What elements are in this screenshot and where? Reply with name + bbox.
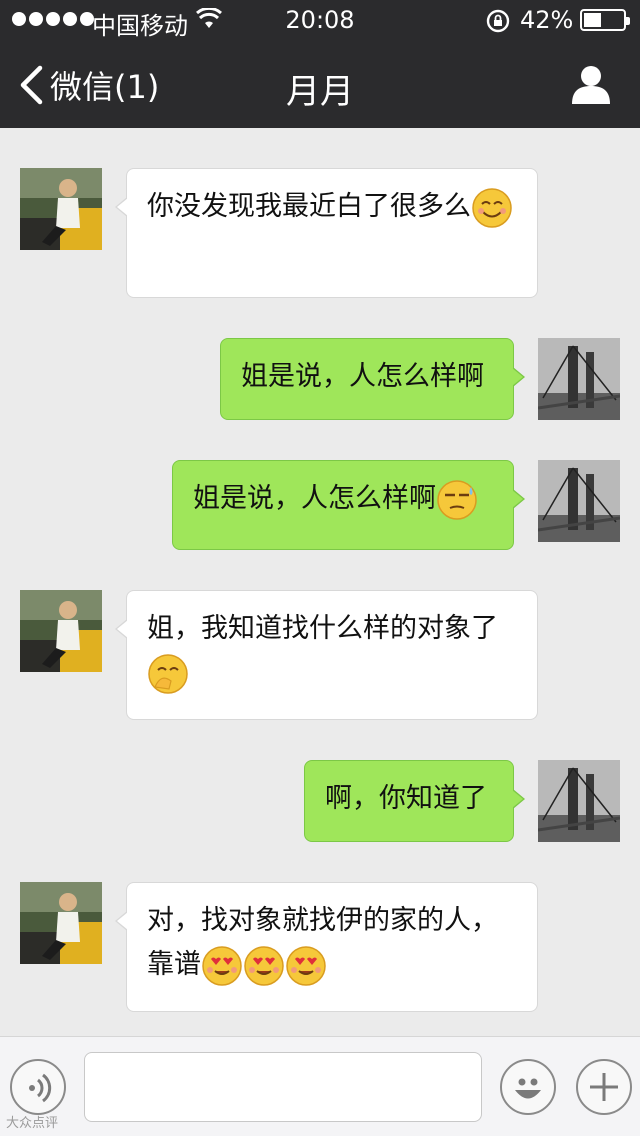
outgoing-message[interactable]: 啊，你知道了 [304,760,525,842]
chat-history[interactable]: 你没发现我最近白了很多么 姐是说，人怎么样啊 姐是说，人怎么样啊 姐，我知道找什么样的… [0,128,640,1036]
message-text: 姐是说，人怎么样啊 [193,483,436,514]
message-text: 啊，你知道了 [325,783,487,814]
incoming-message[interactable]: 姐，我知道找什么样的对象了 [115,590,538,720]
contact-avatar[interactable] [20,882,102,964]
heart-eyes-emoji-icon [285,945,327,987]
rotation-lock-icon [486,9,510,33]
battery-icon [580,9,630,31]
contact-avatar[interactable] [20,168,102,250]
watermark: 大众点评 [6,1116,59,1131]
outgoing-message[interactable]: 姐是说，人怎么样啊 [220,338,525,420]
my-avatar[interactable] [538,460,620,542]
outgoing-message[interactable]: 姐是说，人怎么样啊 [172,460,525,550]
smile-emoji-icon [471,187,513,229]
plus-icon [590,1073,618,1101]
my-avatar[interactable] [538,760,620,842]
message-text: 姐是说，人怎么样啊 [241,361,484,392]
message-input[interactable] [84,1052,482,1122]
heart-eyes-emoji-icon [243,945,285,987]
emoji-icon [515,1078,541,1099]
nav-bar: 微信(1) 月月 [0,40,640,128]
incoming-message[interactable]: 你没发现我最近白了很多么 [115,168,538,298]
battery-fill [584,13,601,27]
battery-percentage: 42% [520,6,574,34]
person-icon[interactable] [570,64,612,106]
input-bar [0,1036,640,1136]
message-text: 姐，我知道找什么样的对象了 [147,613,498,644]
giggle-emoji-icon [147,653,189,695]
my-avatar[interactable] [538,338,620,420]
chat-title: 月月 [286,72,354,112]
contact-avatar[interactable] [20,590,102,672]
voice-button[interactable] [10,1059,66,1115]
heart-eyes-emoji-icon [201,945,243,987]
sweat-emoji-icon [436,479,478,521]
voice-icon [29,1073,52,1103]
incoming-message[interactable]: 对，找对象就找伊的家的人，靠谱 [115,882,538,1012]
more-button[interactable] [576,1059,632,1115]
message-text: 你没发现我最近白了很多么 [147,191,471,222]
status-bar: 中国移动 20:08 42% [0,0,640,40]
emoji-button[interactable] [500,1059,556,1115]
